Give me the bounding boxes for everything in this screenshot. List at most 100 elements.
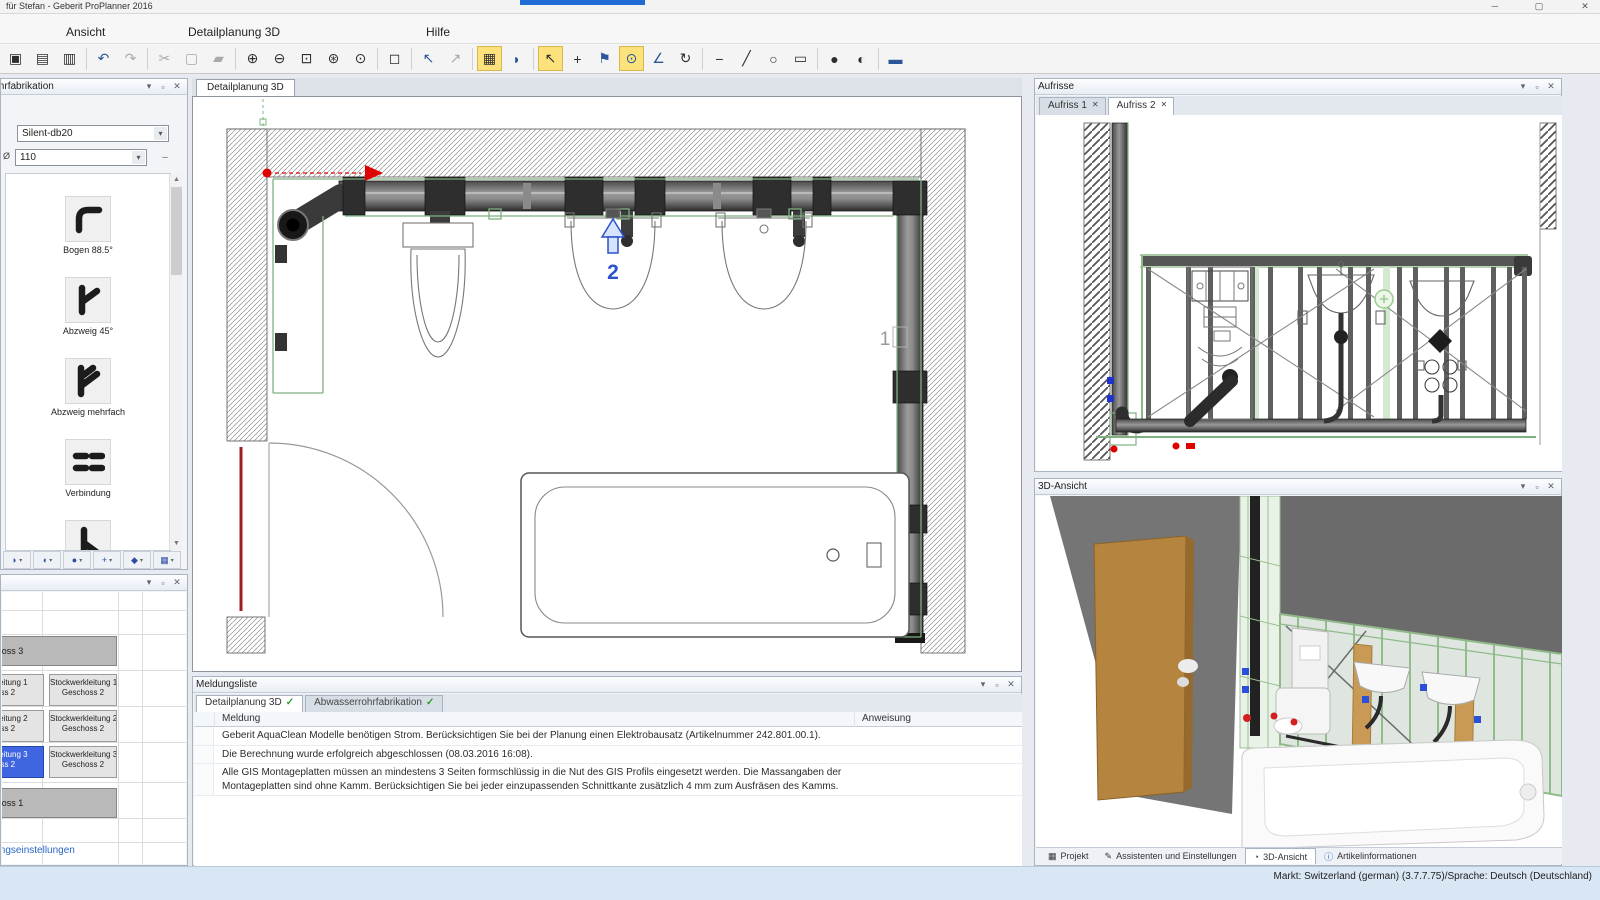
save-icon[interactable]: ▣: [3, 46, 28, 71]
panel-pin-icon[interactable]: ▫: [990, 680, 1004, 690]
chevron-down-icon[interactable]: ▾: [132, 151, 145, 164]
elevation-canvas[interactable]: [1036, 115, 1562, 471]
column-meldung[interactable]: Meldung: [222, 713, 260, 724]
column-anweisung[interactable]: Anweisung: [862, 713, 911, 724]
pointer-alt-icon[interactable]: ↗: [443, 46, 468, 71]
fitting-filter-button-5[interactable]: ◆▾: [123, 551, 151, 569]
panel-pin-icon[interactable]: ▫: [156, 578, 170, 588]
tab-artikelinformationen[interactable]: ⓘArtikelinformationen: [1316, 848, 1425, 864]
panel-close-icon[interactable]: ✕: [170, 81, 184, 92]
print-icon[interactable]: ▤: [30, 46, 55, 71]
ellipse-tool-icon[interactable]: ○: [761, 46, 786, 71]
sphere-dark-icon[interactable]: ●: [822, 46, 847, 71]
report-icon[interactable]: ▥: [57, 46, 82, 71]
panel-close-icon[interactable]: ✕: [1544, 81, 1558, 92]
chevron-down-icon[interactable]: ▾: [154, 127, 167, 140]
menu-detailplanung-3d[interactable]: Detailplanung 3D: [182, 23, 286, 41]
panel-close-icon[interactable]: ✕: [1544, 481, 1558, 492]
pipe-branch-alt-icon[interactable]: [65, 520, 111, 551]
building-cell[interactable]: Stockwerkleitung 1Geschoss 2: [49, 674, 117, 706]
rectangle-tool-icon[interactable]: ▭: [788, 46, 813, 71]
panel-menu-icon[interactable]: ▾: [1516, 81, 1530, 92]
redo-icon[interactable]: ↷: [118, 46, 143, 71]
panel-menu-icon[interactable]: ▾: [1516, 481, 1530, 492]
pipe-coupling-icon[interactable]: [65, 439, 111, 485]
building-cell[interactable]: Stockwerkleitung 1Geschoss 2: [2, 674, 44, 706]
tab-aufriss-2[interactable]: Aufriss 2✕: [1108, 97, 1175, 115]
panel-pin-icon[interactable]: ▫: [156, 82, 170, 92]
move-icon[interactable]: +: [565, 46, 590, 71]
message-row-1[interactable]: Geberit AquaClean Modelle benötigen Stro…: [194, 727, 1022, 746]
close-tab-icon[interactable]: ✕: [1092, 100, 1099, 115]
scroll-up-icon[interactable]: ▲: [170, 174, 183, 186]
diameter-select[interactable]: 110 ▾: [15, 149, 147, 166]
fitting-filter-button-4[interactable]: +▾: [93, 551, 121, 569]
panel-menu-icon[interactable]: ▾: [976, 679, 990, 690]
ruler-icon[interactable]: ▬: [883, 46, 908, 71]
zoom-previous-icon[interactable]: ⊙: [348, 46, 373, 71]
pointer-icon[interactable]: ↖: [416, 46, 441, 71]
panel-menu-icon[interactable]: ▾: [142, 81, 156, 92]
building-cell[interactable]: Stockwerkleitung 2Geschoss 2: [49, 710, 117, 742]
close-tab-icon[interactable]: ✕: [1161, 100, 1168, 115]
paste-icon[interactable]: ▰: [206, 46, 231, 71]
line-tool-icon[interactable]: ╱: [734, 46, 759, 71]
tab-detailplanung-3d[interactable]: Detailplanung 3D: [196, 79, 295, 96]
tab-projekt[interactable]: ▦Projekt: [1040, 848, 1097, 864]
building-cell[interactable]: Stockwerkleitung 2Geschoss 2: [2, 710, 44, 742]
system-select[interactable]: Silent-db20 ▾: [17, 125, 169, 142]
dash-tool-icon[interactable]: −: [707, 46, 732, 71]
sphere-light-icon[interactable]: ◐: [849, 46, 874, 71]
copy-icon[interactable]: ▢: [179, 46, 204, 71]
pipe-multibranch-icon[interactable]: [65, 358, 111, 404]
tab-assistenten-und-einstellungen[interactable]: ✎Assistenten und Einstellungen: [1097, 848, 1245, 864]
panel-menu-icon[interactable]: ▾: [142, 577, 156, 588]
inspect-icon[interactable]: ⊙: [619, 46, 644, 71]
pipe-elbow-icon[interactable]: [65, 196, 111, 242]
building-cell[interactable]: Stockwerkleitung 3Geschoss 2: [2, 746, 44, 778]
undo-icon[interactable]: ↶: [91, 46, 116, 71]
floorplan-canvas[interactable]: 2 1: [192, 96, 1022, 672]
scrollbar-thumb[interactable]: [171, 187, 182, 275]
panel-close-icon[interactable]: ✕: [170, 577, 184, 588]
message-row-3[interactable]: Alle GIS Montageplatten müssen an mindes…: [194, 764, 1022, 796]
panel-pin-icon[interactable]: ▫: [1530, 482, 1544, 492]
message-tab-2[interactable]: Abwasserrohrfabrikation✓: [305, 695, 443, 712]
berechnungseinstellungen-link[interactable]: Berechnungseinstellungen: [2, 845, 75, 856]
pipe-branch-icon[interactable]: [65, 277, 111, 323]
tab-3d-ansicht[interactable]: ◔3D-Ansicht: [1245, 848, 1316, 864]
tab-aufriss-1[interactable]: Aufriss 1✕: [1039, 97, 1106, 115]
parts-scrollbar[interactable]: ▲ ▼: [169, 174, 182, 550]
zoom-fit-icon[interactable]: ⊛: [321, 46, 346, 71]
annotation-flag-icon[interactable]: ⚑: [592, 46, 617, 71]
scroll-down-icon[interactable]: ▼: [170, 538, 183, 550]
fitting-filter-button-2[interactable]: ◖▾: [33, 551, 61, 569]
grid-snap-icon[interactable]: ▦: [477, 46, 502, 71]
building-cell[interactable]: Stockwerkleitung 3Geschoss 2: [49, 746, 117, 778]
selection-rectangle-icon[interactable]: ◻: [382, 46, 407, 71]
zoom-in-icon[interactable]: ⊕: [240, 46, 265, 71]
measure-icon[interactable]: ∠: [646, 46, 671, 71]
maximize-button[interactable]: ▢: [1524, 0, 1554, 13]
panel-pin-icon[interactable]: ▫: [1530, 82, 1544, 92]
message-tab-1[interactable]: Detailplanung 3D✓: [196, 695, 303, 712]
floor-bar-top[interactable]: Geschoss 3: [2, 636, 117, 666]
pipe-3d-icon[interactable]: ◗: [504, 46, 529, 71]
menu-ansicht[interactable]: Ansicht: [60, 23, 111, 41]
rotate-icon[interactable]: ↻: [673, 46, 698, 71]
3d-viewport[interactable]: [1036, 496, 1562, 848]
zoom-window-icon[interactable]: ⊡: [294, 46, 319, 71]
select-cursor-icon[interactable]: ↖: [538, 46, 563, 71]
cut-icon[interactable]: ✂: [152, 46, 177, 71]
close-button[interactable]: ✕: [1570, 0, 1600, 13]
panel-close-icon[interactable]: ✕: [1004, 679, 1018, 690]
fitting-filter-button-6[interactable]: ▦▾: [153, 551, 181, 569]
fitting-filter-button-3[interactable]: ●▾: [63, 551, 91, 569]
tab-icon: ⓘ: [1324, 850, 1333, 863]
minimize-button[interactable]: ─: [1480, 0, 1510, 13]
message-row-2[interactable]: Die Berechnung wurde erfolgreich abgesch…: [194, 746, 1022, 765]
fitting-filter-button-1[interactable]: ◗▾: [3, 551, 31, 569]
floor-bar-bottom[interactable]: Geschoss 1: [2, 788, 117, 818]
menu-hilfe[interactable]: Hilfe: [420, 23, 456, 41]
zoom-out-icon[interactable]: ⊖: [267, 46, 292, 71]
